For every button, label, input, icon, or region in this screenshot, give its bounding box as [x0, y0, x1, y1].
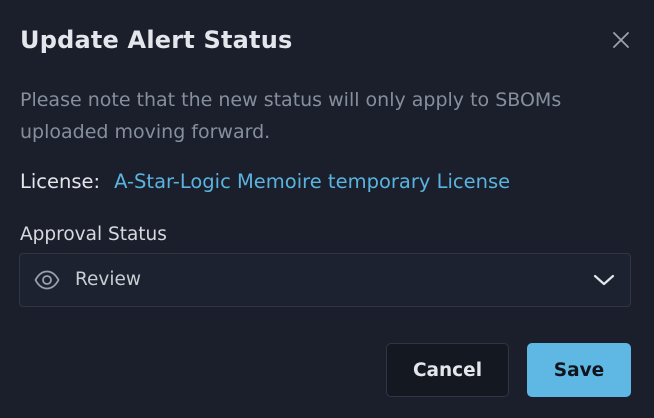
eye-icon [34, 270, 60, 290]
dialog-title: Update Alert Status [20, 26, 293, 54]
approval-status-value: Review [75, 269, 142, 290]
cancel-button[interactable]: Cancel [386, 343, 509, 397]
status-note: Please note that the new status will onl… [20, 89, 562, 143]
approval-status-label: Approval Status [20, 224, 167, 245]
license-row: License: A-Star-Logic Memoire temporary … [20, 166, 510, 196]
chevron-down-icon [593, 274, 615, 286]
update-alert-status-dialog: Update Alert Status Please note that the… [0, 0, 654, 418]
close-icon [613, 32, 629, 48]
license-label: License: [20, 169, 101, 193]
license-link[interactable]: A-Star-Logic Memoire temporary License [114, 170, 510, 193]
approval-status-select[interactable]: Review [19, 253, 631, 307]
close-button[interactable] [608, 27, 634, 53]
save-button[interactable]: Save [527, 343, 631, 397]
